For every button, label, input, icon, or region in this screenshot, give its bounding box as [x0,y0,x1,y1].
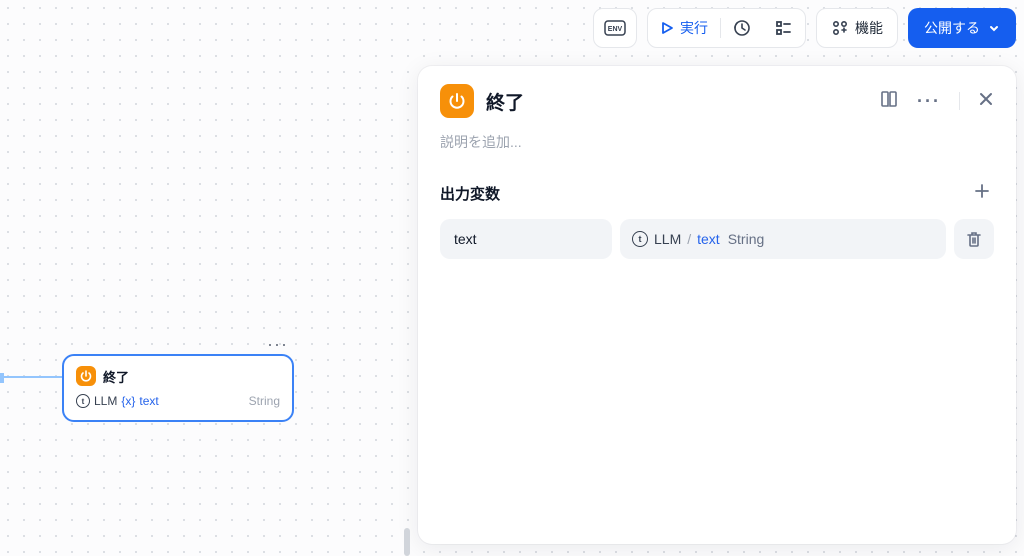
docs-button[interactable] [879,89,899,114]
node-title: 終了 [103,367,129,386]
source-node-icon: t [632,231,648,247]
more-button[interactable]: ··· [917,91,941,112]
panel-header: 終了 ··· [440,84,994,118]
run-button-group: 実行 [647,8,806,48]
outputs-section-header: 出力変数 [440,180,994,207]
detail-panel: 終了 ··· 説明を追加... 出力変数 text t LLM / text S… [418,66,1016,544]
svg-text:ENV: ENV [608,26,623,33]
variable-name-input[interactable]: text [440,219,612,259]
end-node[interactable]: ··· 終了 t LLM {x} text String [62,354,294,422]
play-icon [660,21,674,35]
variable-source-field: text [697,231,720,247]
close-icon [978,91,994,107]
node-var-type: String [249,394,280,408]
run-label: 実行 [680,18,708,38]
history-button[interactable] [721,9,763,47]
env-icon: ENV [604,20,626,36]
features-icon [831,19,849,37]
steps-icon [775,19,793,37]
node-menu-button[interactable]: ··· [267,334,288,355]
publish-button[interactable]: 公開する [908,8,1016,48]
node-var-field: text [139,394,158,408]
features-button[interactable]: 機能 [816,8,898,48]
env-button[interactable]: ENV [593,8,637,48]
variable-source-select[interactable]: t LLM / text String [620,219,946,259]
book-icon [879,89,899,109]
panel-title[interactable]: 終了 [486,88,867,115]
steps-button[interactable] [763,9,805,47]
clock-icon [733,19,751,37]
delete-variable-button[interactable] [954,219,994,259]
node-variable-row: t LLM {x} text String [76,394,280,408]
end-icon [76,366,96,386]
node-var-source: LLM [94,394,117,408]
features-label: 機能 [855,18,883,38]
outputs-section-title: 出力変数 [440,183,500,204]
node-header: 終了 [76,366,280,386]
source-separator: / [687,231,691,247]
variable-source-node: LLM [654,231,681,247]
publish-label: 公開する [924,18,980,38]
panel-divider [959,92,960,110]
source-node-icon: t [76,394,90,408]
node-connector [2,376,62,378]
run-button[interactable]: 実行 [648,9,720,47]
variable-row: text t LLM / text String [440,219,994,259]
variable-source-type: String [728,231,765,247]
trash-icon [965,230,983,248]
close-button[interactable] [978,91,994,112]
plus-icon [974,183,990,199]
description-input[interactable]: 説明を追加... [440,132,994,152]
var-braces-icon: {x} [121,394,135,408]
top-toolbar: ENV 実行 機能 公開する [593,8,1016,48]
scrollbar[interactable] [404,528,410,556]
chevron-down-icon [988,22,1000,34]
panel-end-icon [440,84,474,118]
add-variable-button[interactable] [970,180,994,207]
